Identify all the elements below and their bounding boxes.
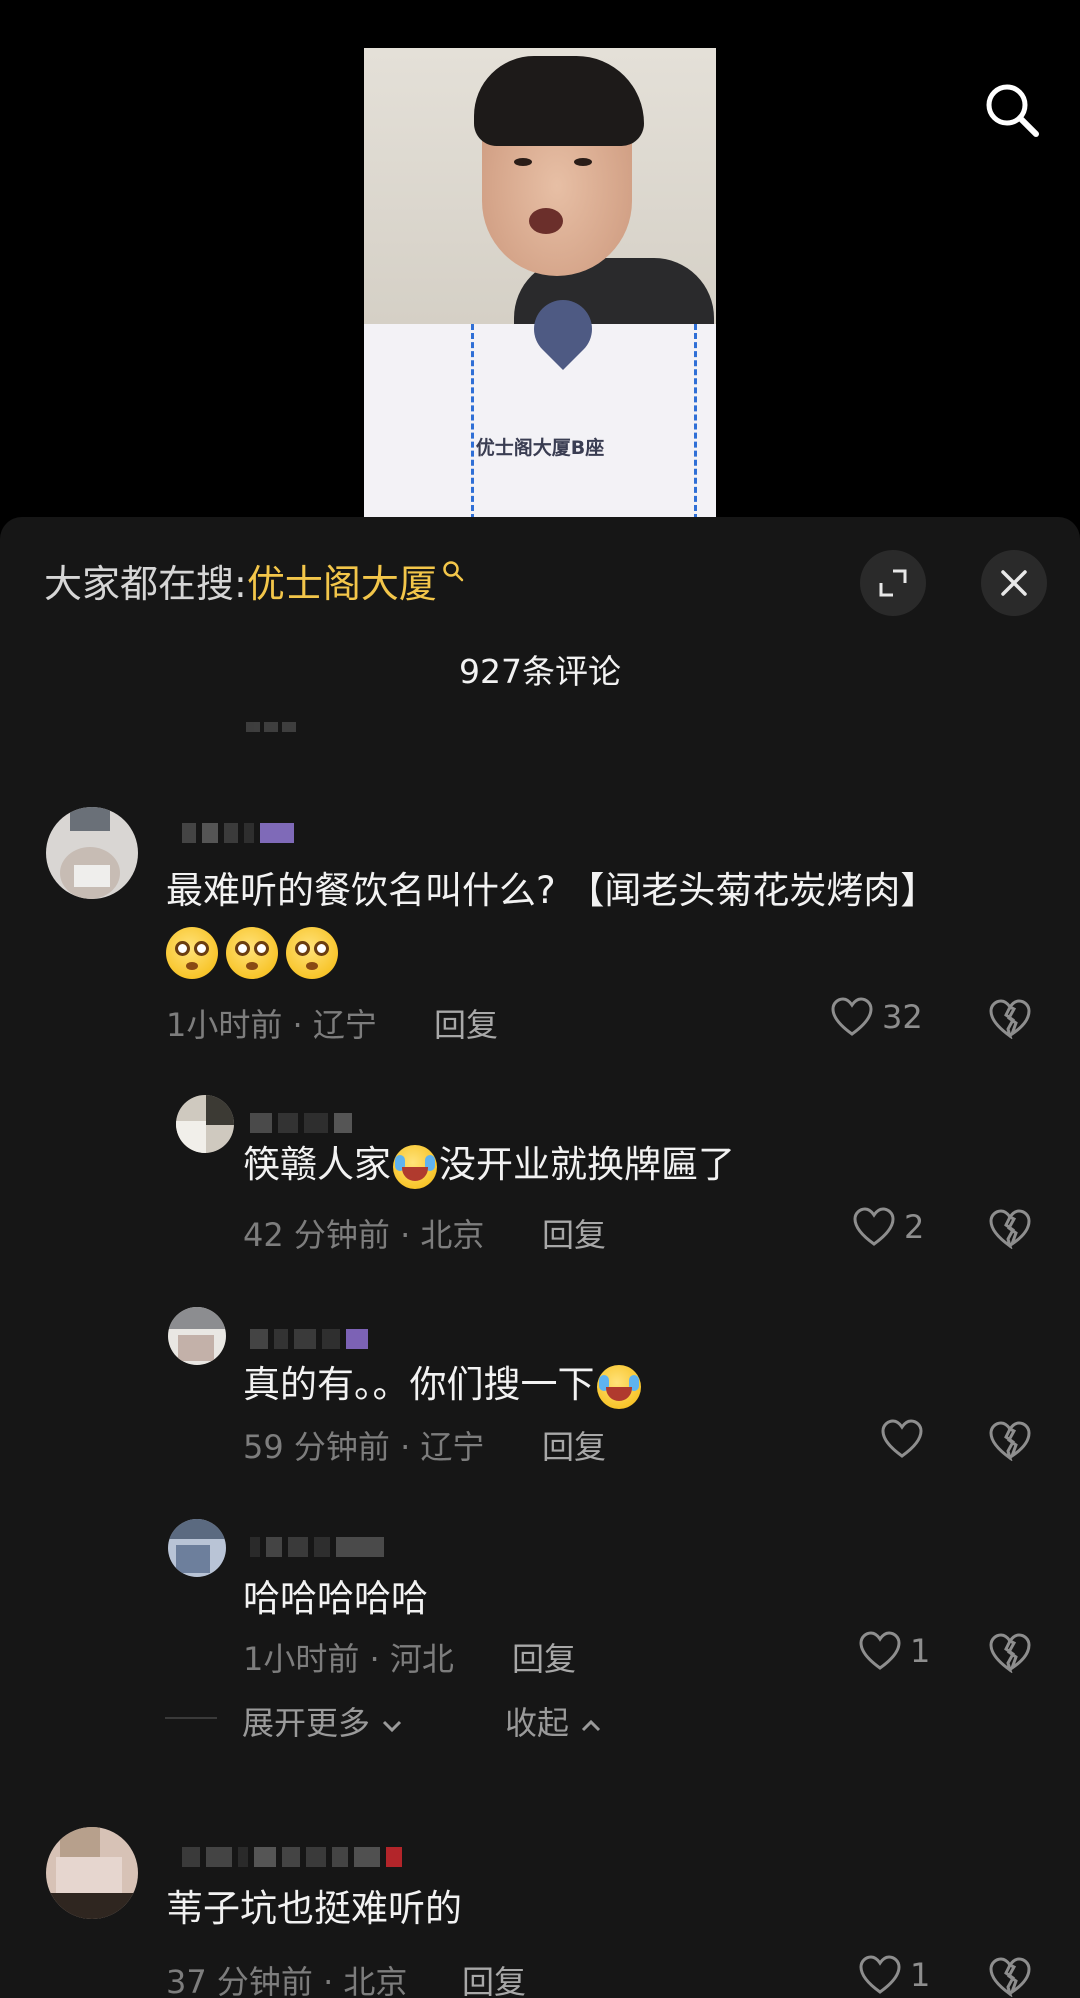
collapse-button[interactable]: 收起 bbox=[505, 1698, 603, 1744]
flushed-emoji-icon bbox=[166, 927, 218, 979]
comment-meta: 59 分钟前 · 辽宁 bbox=[243, 1428, 485, 1466]
comment-meta: 1小时前 · 河北 bbox=[243, 1640, 454, 1678]
chevron-down-icon bbox=[383, 1720, 402, 1733]
heart-icon bbox=[881, 1419, 923, 1458]
comment-emoji-row bbox=[166, 927, 346, 979]
laughing-crying-emoji-icon bbox=[393, 1144, 437, 1189]
like-count: 32 bbox=[882, 998, 923, 1036]
comment-meta: 37 分钟前 · 北京 bbox=[166, 1963, 408, 1998]
comment-sheet: 大家都在搜: 优士阁大厦 927条评论 最难听的餐饮名叫什么? 【闻老头菊花炭烤… bbox=[0, 517, 1080, 1998]
laughing-crying-emoji-icon bbox=[596, 1364, 641, 1409]
comment-text-part: 筷赣人家 bbox=[243, 1143, 391, 1186]
video-player[interactable]: 优士阁大厦B座 bbox=[0, 0, 1080, 520]
heart-icon bbox=[853, 1207, 895, 1246]
flushed-emoji-icon bbox=[226, 927, 278, 979]
like-count: 2 bbox=[904, 1208, 925, 1246]
like-button[interactable] bbox=[880, 1419, 932, 1459]
trending-search-term[interactable]: 优士阁大厦 bbox=[247, 553, 437, 608]
broken-heart-icon[interactable] bbox=[988, 1633, 1032, 1673]
username-blurred[interactable] bbox=[182, 1847, 402, 1867]
broken-heart-icon[interactable] bbox=[988, 999, 1032, 1039]
comment-text: 真的有。。你们搜一下 bbox=[243, 1361, 643, 1409]
close-icon bbox=[1001, 570, 1027, 596]
heart-icon bbox=[859, 1631, 901, 1670]
comment-text: 筷赣人家 没开业就换牌匾了 bbox=[243, 1141, 735, 1189]
comment-count-title: 927条评论 bbox=[459, 652, 621, 691]
comment-meta: 1小时前 · 辽宁 bbox=[166, 1006, 377, 1044]
reply-button[interactable]: 回复 bbox=[542, 1422, 606, 1468]
reply-button[interactable]: 回复 bbox=[512, 1634, 576, 1680]
reply-button[interactable]: 回复 bbox=[542, 1210, 606, 1256]
comment-text-part: 没开业就换牌匾了 bbox=[439, 1143, 735, 1186]
scrolled-content-fragment bbox=[246, 717, 310, 733]
comment-text-part: 真的有。。你们搜一下 bbox=[243, 1363, 595, 1406]
expand-more-button[interactable]: 展开更多 bbox=[242, 1698, 404, 1744]
chevron-up-icon bbox=[582, 1719, 601, 1732]
video-thumbnail: 优士阁大厦B座 bbox=[364, 48, 716, 520]
video-map-scene bbox=[364, 324, 716, 520]
like-count: 1 bbox=[910, 1956, 931, 1994]
username-blurred[interactable] bbox=[250, 1329, 368, 1349]
flushed-emoji-icon bbox=[286, 927, 338, 979]
comment-text: 最难听的餐饮名叫什么? 【闻老头菊花炭烤肉】 bbox=[166, 869, 938, 912]
heart-icon bbox=[831, 997, 873, 1036]
reply-button[interactable]: 回复 bbox=[434, 1000, 498, 1046]
avatar[interactable] bbox=[46, 807, 138, 899]
thread-divider bbox=[165, 1717, 217, 1719]
collapse-label: 收起 bbox=[505, 1704, 570, 1742]
search-small-icon bbox=[443, 561, 464, 582]
comment-text: 哈哈哈哈哈 bbox=[243, 1577, 428, 1620]
comment-text: 苇子坑也挺难听的 bbox=[166, 1887, 462, 1930]
broken-heart-icon[interactable] bbox=[988, 1957, 1032, 1997]
expand-button[interactable] bbox=[860, 550, 926, 616]
broken-heart-icon[interactable] bbox=[988, 1421, 1032, 1461]
avatar[interactable] bbox=[176, 1095, 234, 1153]
like-button[interactable]: 1 bbox=[858, 1955, 930, 1995]
avatar[interactable] bbox=[168, 1307, 226, 1365]
video-person-scene bbox=[364, 48, 716, 328]
username-blurred[interactable] bbox=[250, 1113, 352, 1133]
trending-search-prefix: 大家都在搜: bbox=[44, 561, 247, 606]
expand-icon bbox=[879, 569, 907, 597]
like-button[interactable]: 1 bbox=[858, 1631, 930, 1671]
broken-heart-icon[interactable] bbox=[988, 1209, 1032, 1249]
like-button[interactable]: 32 bbox=[830, 997, 923, 1037]
trending-search[interactable]: 大家都在搜: 优士阁大厦 bbox=[44, 557, 465, 606]
comment-meta: 42 分钟前 · 北京 bbox=[243, 1216, 485, 1254]
like-button[interactable]: 2 bbox=[852, 1207, 924, 1247]
username-blurred[interactable] bbox=[250, 1537, 384, 1557]
thread-controls: 展开更多 收起 bbox=[0, 1698, 1080, 1742]
like-count: 1 bbox=[910, 1632, 931, 1670]
reply-button[interactable]: 回复 bbox=[462, 1957, 526, 1998]
avatar[interactable] bbox=[46, 1827, 138, 1919]
avatar[interactable] bbox=[168, 1519, 226, 1577]
username-blurred[interactable] bbox=[182, 823, 294, 843]
heart-icon bbox=[859, 1955, 901, 1994]
map-label: 优士阁大厦B座 bbox=[475, 437, 605, 459]
close-button[interactable] bbox=[981, 550, 1047, 616]
expand-more-label: 展开更多 bbox=[242, 1704, 371, 1742]
search-icon[interactable] bbox=[980, 78, 1044, 142]
